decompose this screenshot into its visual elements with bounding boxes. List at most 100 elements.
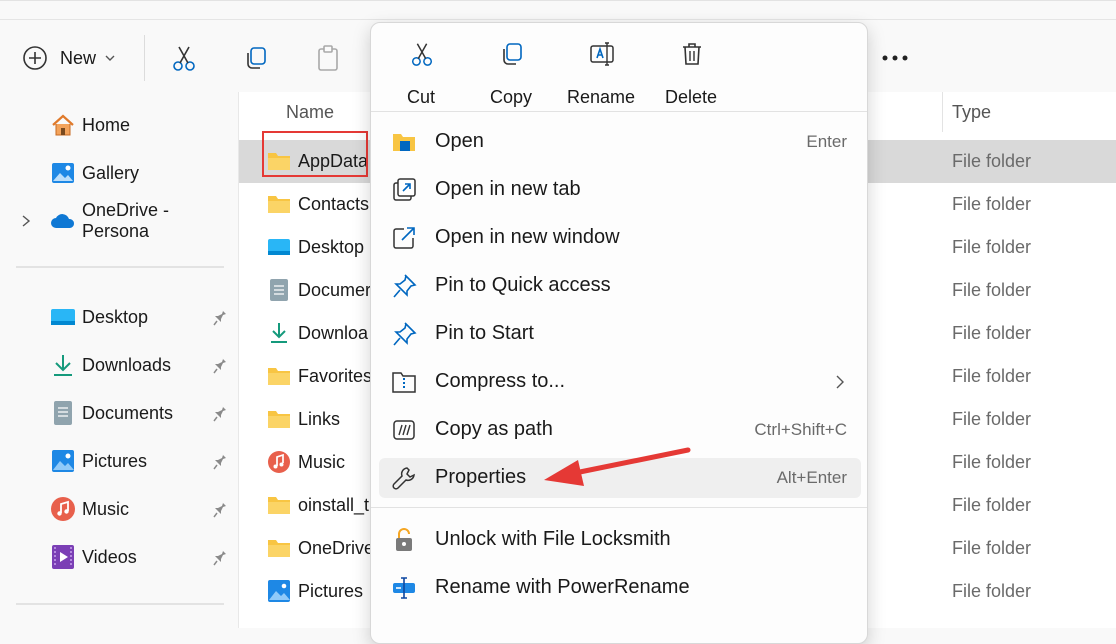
copy-icon: [247, 47, 266, 69]
gallery-icon: [50, 160, 76, 186]
folder-icon: [268, 411, 290, 428]
menu-copy-button[interactable]: Copy: [471, 33, 551, 113]
copy-path-icon: [393, 420, 415, 440]
plus-icon: [23, 46, 47, 70]
cut-icon: [411, 43, 433, 66]
file-name: oinstall_t: [298, 495, 370, 515]
menu-item-shortcut: Alt+Enter: [776, 468, 847, 487]
sidebar-item-label: Desktop: [82, 306, 149, 327]
download-icon: [50, 352, 76, 378]
sidebar-item-label: Documents: [82, 402, 174, 423]
menu-delete-button[interactable]: Delete: [651, 33, 731, 113]
sidebar-item-label: Pictures: [82, 450, 148, 471]
column-header-name[interactable]: Name: [286, 102, 334, 123]
menu-copy-label: Copy: [489, 87, 533, 107]
new-button[interactable]: New: [22, 41, 116, 75]
menu-separator: [371, 111, 867, 112]
pin-icon[interactable]: [212, 308, 230, 326]
paste-button[interactable]: [314, 43, 342, 73]
menu-item-label: Open in new window: [435, 226, 620, 248]
menu-item-label: Unlock with File Locksmith: [435, 528, 671, 550]
menu-item-pin-to-quick-access[interactable]: Pin to Quick access: [379, 266, 861, 306]
pin-icon: [393, 322, 417, 346]
new-tab-icon: [393, 178, 416, 201]
cut-icon: [173, 46, 195, 71]
menu-item-compress-to[interactable]: Compress to...: [379, 362, 861, 402]
menu-item-label: Properties: [435, 466, 527, 488]
file-name: Documer: [298, 280, 372, 300]
file-name: Downloa: [298, 323, 369, 343]
lock-icon: [396, 528, 412, 551]
sidebar-item-pictures[interactable]: Pictures: [0, 439, 238, 483]
menu-item-pin-to-start[interactable]: Pin to Start: [379, 314, 861, 354]
more-icon: [882, 55, 908, 61]
pin-icon[interactable]: [212, 500, 230, 518]
sidebar-item-videos[interactable]: Videos: [0, 535, 238, 579]
menu-item-open-in-new-tab[interactable]: Open in new tab: [379, 170, 861, 210]
delete-icon: [683, 43, 701, 65]
file-name: Links: [298, 409, 341, 429]
file-type: File folder: [952, 194, 1032, 214]
menu-item-label: Open in new tab: [435, 178, 581, 200]
new-button-label: New: [60, 47, 97, 68]
file-name: Desktop: [298, 237, 365, 257]
file-type: File folder: [952, 581, 1032, 601]
file-name: Pictures: [298, 581, 364, 601]
menu-item-open-in-new-window[interactable]: Open in new window: [379, 218, 861, 258]
menu-item-unlock-with-file-locksmith[interactable]: Unlock with File Locksmith: [379, 520, 861, 560]
menu-item-shortcut: Ctrl+Shift+C: [754, 420, 847, 439]
pin-icon: [393, 274, 417, 298]
sidebar-item-home[interactable]: Home: [0, 103, 238, 147]
sidebar-item-desktop[interactable]: Desktop: [0, 295, 238, 339]
more-options-button[interactable]: [880, 45, 910, 71]
sidebar-item-label: Gallery: [82, 162, 140, 183]
sidebar-item-documents[interactable]: Documents: [0, 391, 238, 435]
menu-item-open[interactable]: Open Enter: [379, 122, 861, 162]
menu-item-shortcut: Enter: [806, 132, 847, 151]
pictures-icon: [50, 448, 76, 474]
chevron-down-icon: [105, 55, 115, 61]
copy-button[interactable]: [242, 43, 270, 73]
pin-icon[interactable]: [212, 548, 230, 566]
videos-icon: [50, 544, 76, 570]
file-type: File folder: [952, 495, 1032, 515]
title-divider: [0, 19, 1116, 20]
column-header-type[interactable]: Type: [952, 102, 991, 123]
rename-icon: [590, 42, 614, 66]
file-type: File folder: [952, 237, 1032, 257]
sidebar-item-onedrive[interactable]: OneDrive - Persona: [0, 199, 238, 243]
chevron-right-icon: [836, 375, 844, 389]
downloa-icon: [271, 323, 287, 343]
toolbar-separator: [144, 35, 145, 81]
sidebar-item-label: Home: [82, 114, 131, 135]
menu-item-label: Rename with PowerRename: [435, 576, 690, 598]
cut-button[interactable]: [170, 43, 198, 73]
pin-icon[interactable]: [212, 452, 230, 470]
column-divider[interactable]: [942, 92, 943, 132]
menu-cut-label: Cut: [406, 87, 435, 107]
menu-rename-button[interactable]: Rename: [561, 33, 641, 113]
open-folder-icon: [393, 134, 415, 151]
folder-icon: [268, 540, 290, 557]
menu-delete-label: Delete: [664, 87, 718, 107]
menu-item-label: Compress to...: [435, 370, 566, 392]
pin-icon[interactable]: [212, 356, 230, 374]
copy-icon: [503, 43, 522, 65]
menu-cut-button[interactable]: Cut: [381, 33, 461, 113]
annotation-arrow: [544, 447, 691, 486]
file-type: File folder: [952, 538, 1032, 558]
navigation-pane: Home Gallery OneDrive - Persona Desktop …: [0, 92, 238, 628]
menu-item-label: Copy as path: [435, 418, 553, 440]
file-name: Contacts: [298, 194, 370, 214]
wrench-icon: [392, 467, 415, 490]
menu-item-label: Pin to Start: [435, 322, 534, 344]
paste-icon: [318, 45, 338, 71]
menu-item-rename-with-powerrename[interactable]: Rename with PowerRename: [379, 568, 861, 608]
chevron-right-icon[interactable]: [20, 214, 32, 228]
file-type: File folder: [952, 280, 1032, 300]
file-type: File folder: [952, 151, 1032, 171]
sidebar-item-gallery[interactable]: Gallery: [0, 151, 238, 195]
pin-icon[interactable]: [212, 404, 230, 422]
sidebar-item-downloads[interactable]: Downloads: [0, 343, 238, 387]
sidebar-item-music[interactable]: Music: [0, 487, 238, 531]
